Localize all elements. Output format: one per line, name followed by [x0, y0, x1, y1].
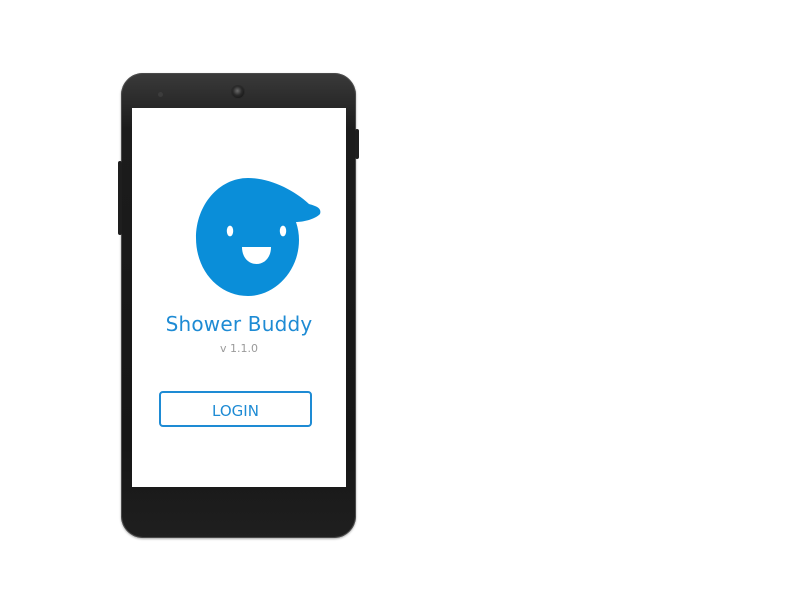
app-version: v 1.1.0: [220, 342, 258, 355]
sensor-dot: [158, 92, 163, 97]
app-screen: Shower Buddy v 1.1.0 LOGIN: [132, 108, 346, 487]
login-button[interactable]: LOGIN: [159, 391, 312, 427]
front-camera-icon: [232, 86, 244, 98]
app-title: Shower Buddy: [165, 312, 313, 336]
mascot-body: [196, 178, 321, 296]
mascot-left-eye: [226, 225, 234, 237]
power-key: [355, 129, 359, 159]
volume-key: [118, 161, 122, 235]
mascot-logo-icon: [196, 178, 321, 296]
mascot-right-eye: [279, 225, 287, 237]
phone-device-frame: Shower Buddy v 1.1.0 LOGIN: [118, 73, 359, 538]
